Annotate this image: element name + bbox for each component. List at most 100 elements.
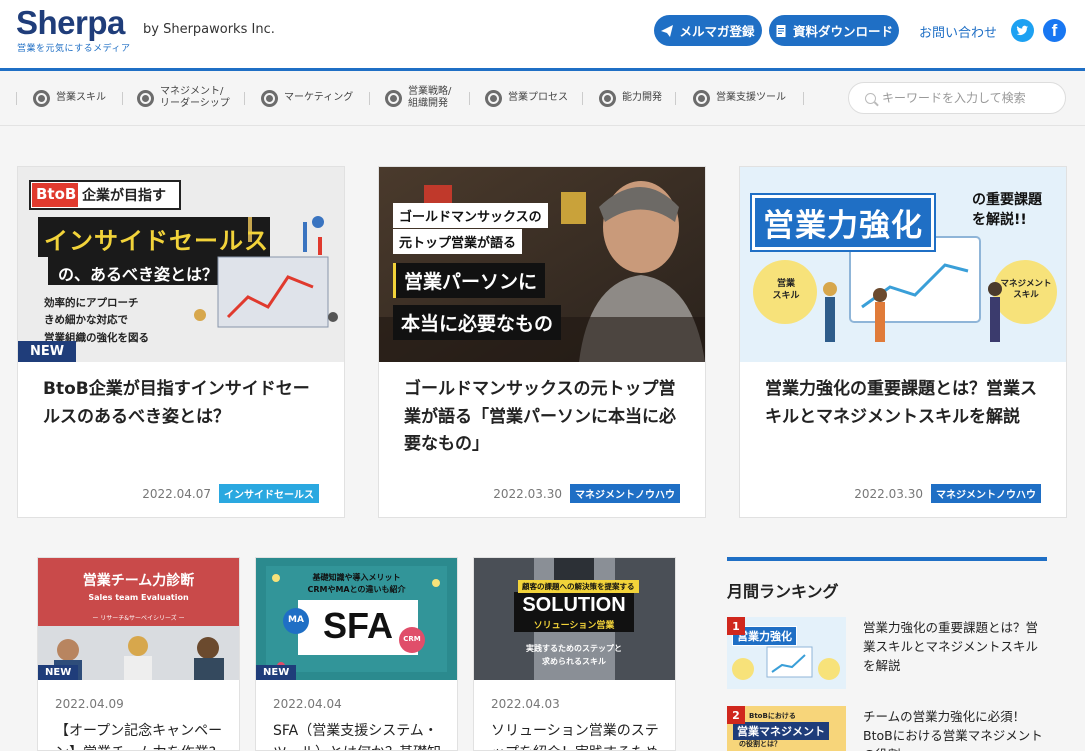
ranking-thumbnail: BtoBにおける 営業マネジメント の役割とは？ 2 [727,706,846,751]
card-title[interactable]: 営業力強化の重要課題とは？営業スキルとマネジメントスキルを解説 [765,376,1047,431]
people-icon [137,89,154,107]
featured-card[interactable]: 営業力強化 の重要課題 を解説!! 営業 スキル マネジメント スキル 営業力強… [739,166,1067,518]
nav-item-sales-skill[interactable]: 営業スキル [33,71,106,125]
nav-label: 営業プロセス [508,91,568,103]
image-subheadline: の重要課題 [972,192,1042,208]
image-subheadline: Sales team Evaluation [88,593,189,602]
document-icon [776,24,786,37]
article-card[interactable]: 営業チーム力診断 Sales team Evaluation ー リサーチ&サー… [37,557,240,751]
site-header: Sherpa 営業を元気にするメディア by Sherpaworks Inc. … [0,0,1085,70]
nav-item-development[interactable]: 能力開発 [599,71,662,125]
card-meta: 2022.04.07 インサイドセールス [142,484,319,503]
image-bubble: MA [288,615,304,625]
twitter-icon[interactable] [1011,19,1034,42]
nav-item-tools[interactable]: 営業支援ツール [693,71,786,125]
ranking-title[interactable]: チームの営業力強化に必須！BtoBにおける営業マネジメントの役割 [863,707,1047,751]
image-caption-line: きめ細かな対応で [44,314,128,327]
image-subheadline: を解説!! [972,212,1027,228]
card-image: ゴールドマンサックスの 元トップ営業が語る 営業パーソンに 本当に必要なもの [379,167,705,362]
card-date: 2022.03.30 [493,486,562,501]
globe-icon [385,89,402,107]
image-caption-line: 効率的にアプローチ [44,297,139,309]
image-top-label: 顧客の課題への解決策を提案する [518,580,639,593]
handshake-icon [33,89,50,107]
search-input[interactable] [882,91,1052,105]
nav-separator [244,92,245,105]
article-card[interactable]: 基礎知識や導入メリット CRMやMAとの違いも紹介 SFA MA CRM NEW… [255,557,458,751]
facebook-icon[interactable]: f [1043,19,1066,42]
card-image: 営業チーム力診断 Sales team Evaluation ー リサーチ&サー… [38,558,239,680]
image-bubble: CRM [403,635,421,643]
category-tag[interactable]: マネジメントノウハウ [570,484,680,503]
image-headline: 営業力強化 [752,195,934,250]
nav-item-process[interactable]: 営業プロセス [485,71,568,125]
thumb-sub: BtoBにおける [749,712,796,720]
image-line-2: CRMやMAとの違いも紹介 [307,585,406,594]
image-series: ー リサーチ&サーベイシリーズ ー [92,615,185,622]
ranking-item[interactable]: BtoBにおける 営業マネジメント の役割とは？ 2 チームの営業力強化に必須！… [727,706,1047,751]
rank-number: 2 [727,706,745,724]
card-title[interactable]: ゴールドマンサックスの元トップ営業が語る「営業パーソンに本当に必要なもの」 [404,376,686,459]
card-date: 2022.04.07 [142,486,211,501]
image-headline: SOLUTION [522,594,626,616]
download-button[interactable]: 資料ダウンロード [769,15,899,46]
search-icon [865,92,876,104]
image-headline: インサイドセールス [44,227,269,255]
card-date: 2022.04.03 [491,697,560,711]
card-title[interactable]: ソリューション営業のステップを紹介！実践するため [491,720,666,750]
image-ribbon-part: BtoB [36,185,77,203]
nav-separator [16,92,17,105]
category-tag[interactable]: インサイドセールス [219,484,319,503]
featured-card[interactable]: BtoB 企業が目指す インサイドセールス の、あるべき姿とは？ 効率的にアプロ… [17,166,345,518]
new-badge: NEW [38,665,79,680]
site-logo[interactable]: Sherpa [16,4,125,42]
nav-separator [803,92,804,105]
card-title[interactable]: SFA（営業支援システム・ツール）とは何か？基礎知 [273,720,448,750]
nav-separator [675,92,676,105]
new-badge: NEW [256,665,297,680]
nav-label: 能力開発 [622,91,662,103]
nav-label: 営業支援ツール [716,91,786,103]
thumb-sub: の役割とは？ [739,740,781,748]
featured-card[interactable]: ゴールドマンサックスの 元トップ営業が語る 営業パーソンに 本当に必要なもの ゴ… [378,166,706,518]
company-credit: by Sherpaworks Inc. [143,22,275,37]
target-icon [261,89,278,107]
thumb-headline: 営業マネジメント [733,722,829,740]
image-bottom-line: 求められるスキル [542,657,606,666]
nav-separator [369,92,370,105]
card-meta: 2022.03.30 マネジメントノウハウ [493,484,680,503]
card-meta: 2022.03.30 マネジメントノウハウ [854,484,1041,503]
nav-label: 営業スキル [56,91,106,103]
cloud-icon [693,89,710,107]
nav-separator [469,92,470,105]
contact-link[interactable]: お問い合わせ [919,22,997,41]
image-subheadline: ソリューション営業 [533,621,615,631]
newsletter-button[interactable]: メルマガ登録 [654,15,762,46]
paper-plane-icon [661,24,674,37]
card-title[interactable]: 【オープン記念キャンペーン】営業チーム力を作業? [55,720,230,750]
card-image: 顧客の課題への解決策を提案する SOLUTION ソリューション営業 実践するた… [474,558,675,680]
article-card[interactable]: 顧客の課題への解決策を提案する SOLUTION ソリューション営業 実践するた… [473,557,676,751]
ranking-item[interactable]: 営業力強化 1 営業力強化の重要課題とは？営業スキルとマネジメントスキルを解説 [727,617,1047,689]
search-box[interactable] [848,82,1066,114]
card-date: 2022.04.04 [273,697,342,711]
card-title[interactable]: BtoB企業が目指すインサイドセールスのあるべき姿とは？ [43,376,325,431]
card-image: 営業力強化 の重要課題 を解説!! 営業 スキル マネジメント スキル [740,167,1066,362]
ranking-title[interactable]: 営業力強化の重要課題とは？営業スキルとマネジメントスキルを解説 [863,618,1047,675]
nav-separator [582,92,583,105]
chart-icon [485,89,502,107]
site-tagline: 営業を元気にするメディア [17,44,131,54]
nav-separator [122,92,123,105]
newsletter-label: メルマガ登録 [679,24,755,39]
image-subheadline: の、あるべき姿とは？ [58,265,219,284]
nav-item-management[interactable]: マネジメント/ リーダーシップ [137,71,230,125]
card-image: BtoB 企業が目指す インサイドセールス の、あるべき姿とは？ 効率的にアプロ… [18,167,344,362]
card-date: 2022.04.09 [55,697,124,711]
nav-item-marketing[interactable]: マーケティング [261,71,353,125]
category-tag[interactable]: マネジメントノウハウ [931,484,1041,503]
image-line-1: ゴールドマンサックスの [393,203,548,228]
nav-item-strategy[interactable]: 営業戦略/ 組織開発 [385,71,451,125]
ranking-heading: 月間ランキング [727,582,839,601]
ranking-divider [727,557,1047,561]
image-ribbon-text: 企業が目指す [82,188,166,204]
